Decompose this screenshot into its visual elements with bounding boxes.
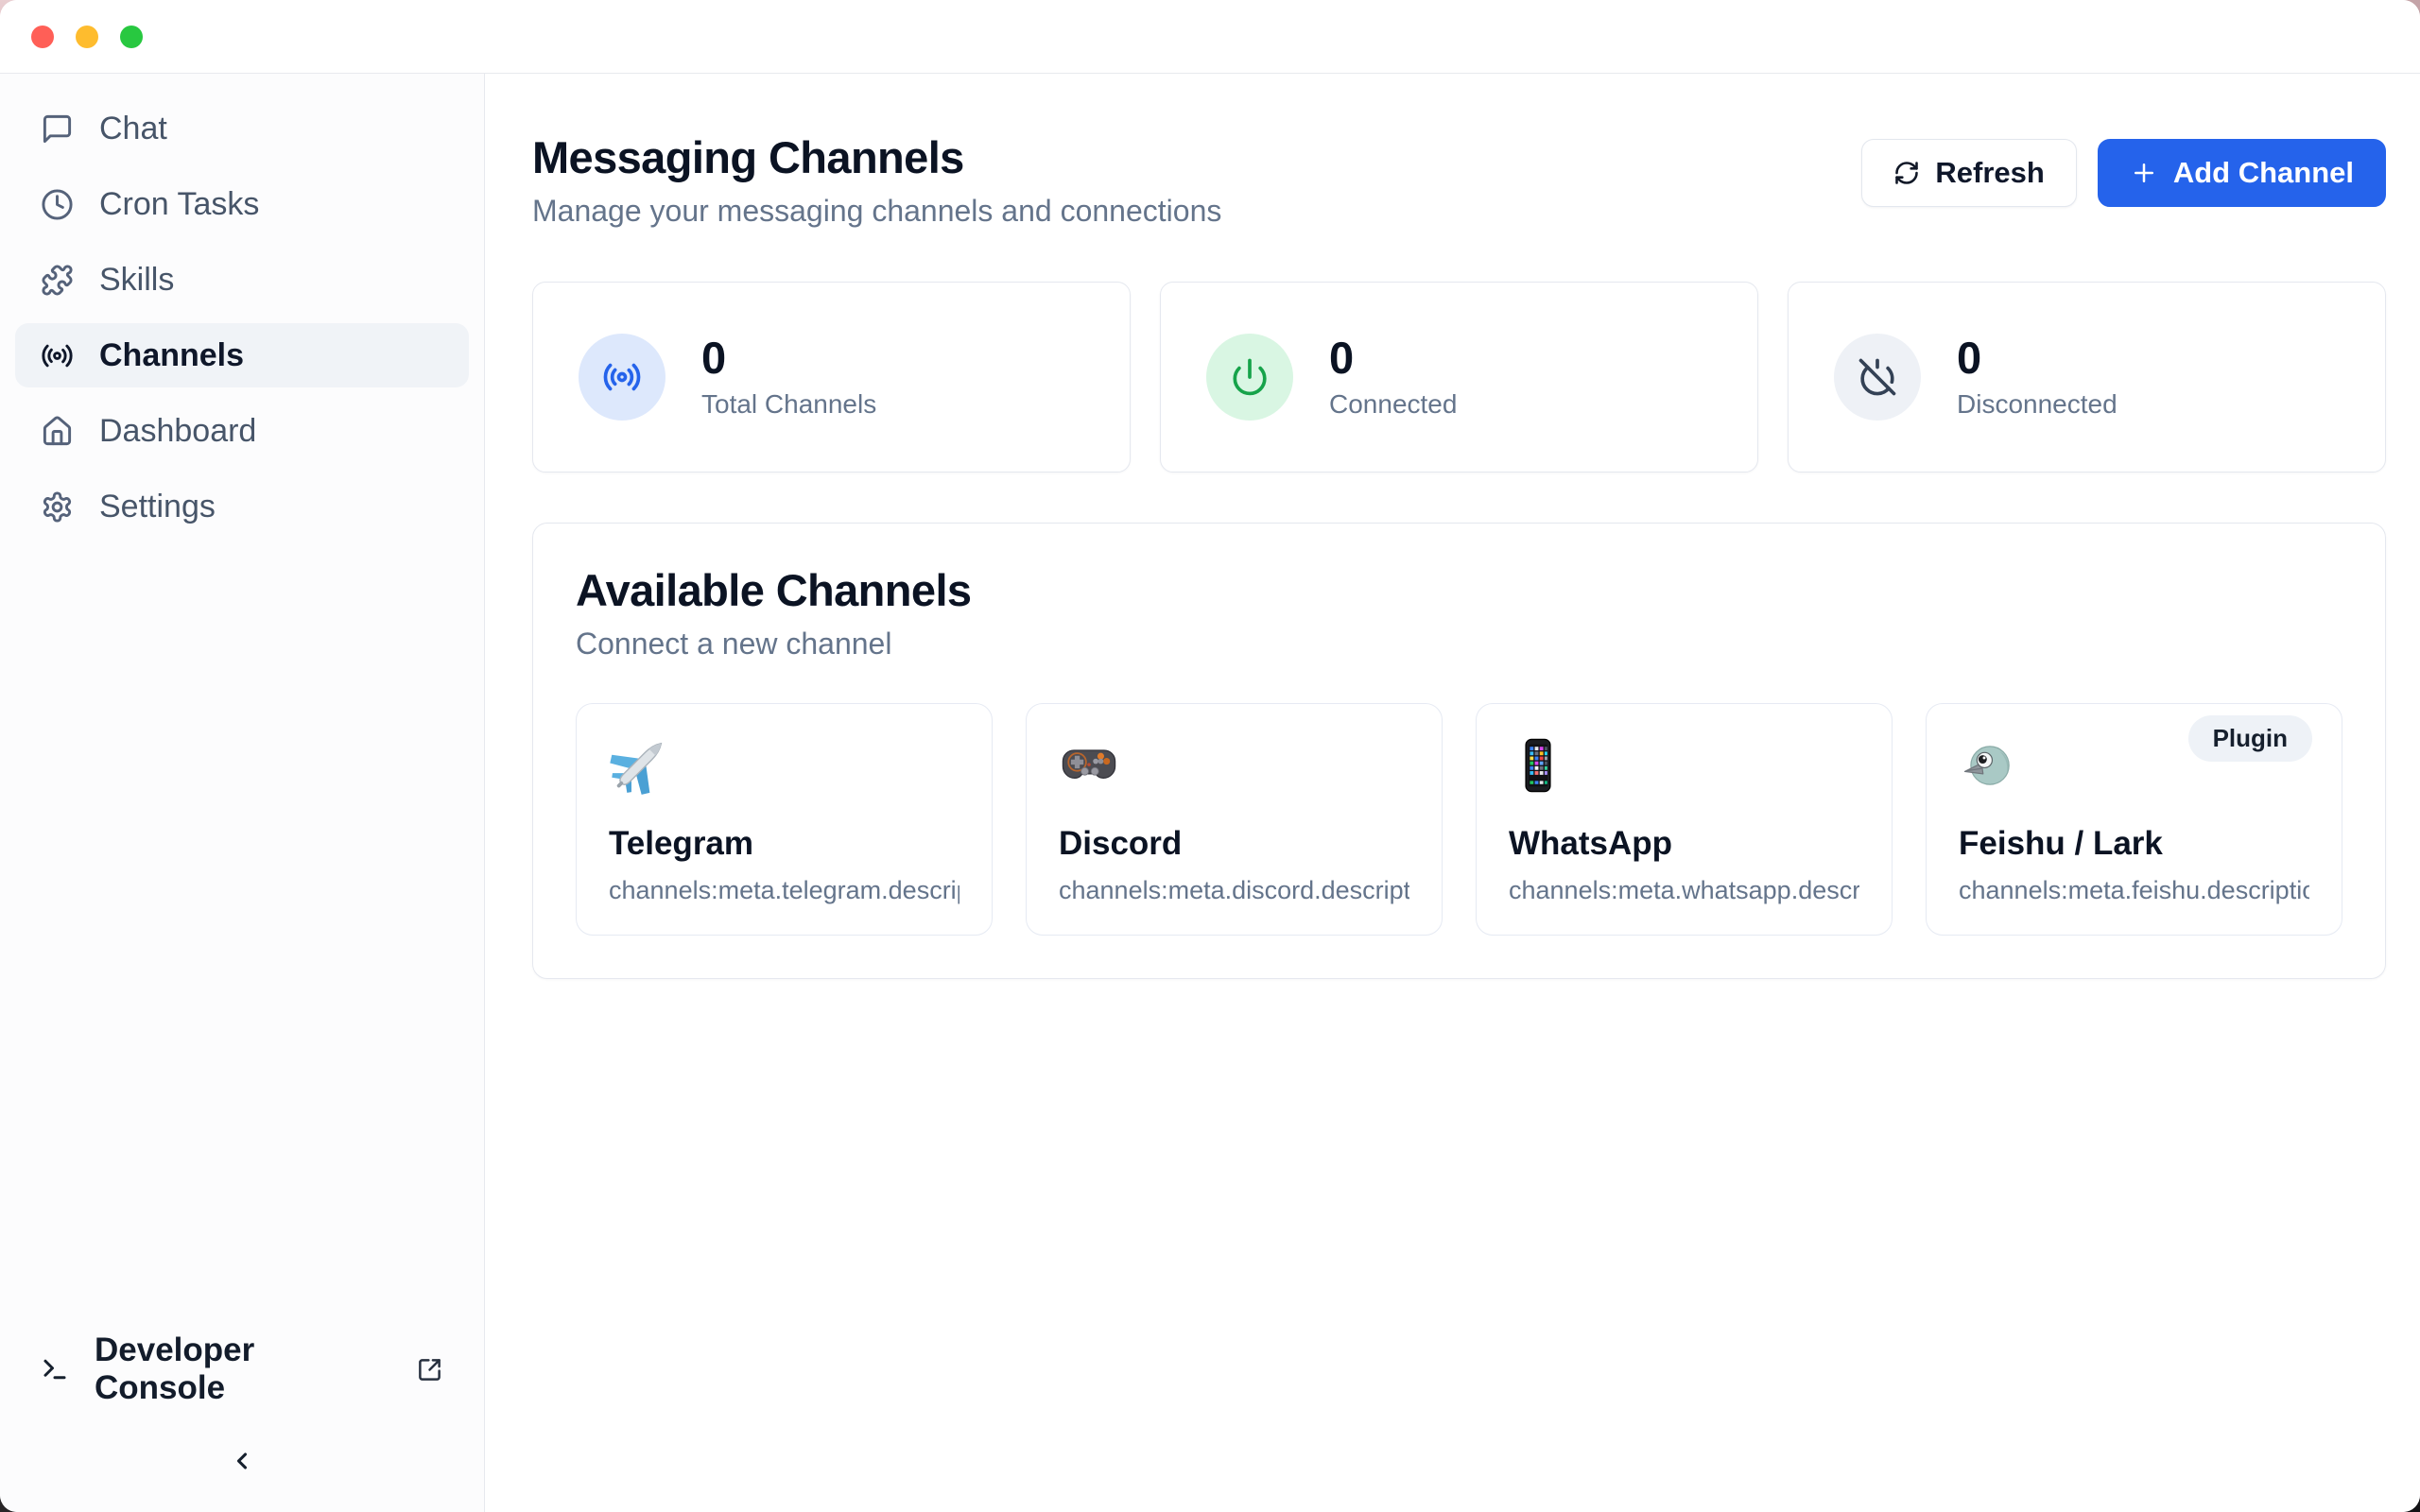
main-content: Messaging Channels Manage your messaging…	[485, 74, 2420, 1512]
close-window-button[interactable]	[31, 26, 54, 48]
available-channels-panel: Available Channels Connect a new channel	[532, 523, 2386, 979]
channel-name: Telegram	[609, 825, 959, 863]
page-header-text: Messaging Channels Manage your messaging…	[532, 134, 1221, 229]
sidebar-item-dashboard[interactable]: Dashboard	[15, 399, 469, 463]
sidebar-item-cron-tasks[interactable]: Cron Tasks	[15, 172, 469, 236]
mobile-phone-emoji	[1509, 732, 1859, 799]
stat-card-connected: 0 Connected	[1160, 282, 1758, 472]
stat-text: 0 Total Channels	[701, 335, 876, 420]
chevron-left-icon	[229, 1448, 255, 1477]
plugin-badge: Plugin	[2188, 715, 2312, 762]
stat-label: Connected	[1329, 389, 1457, 420]
sidebar-item-label: Chat	[99, 111, 167, 147]
sidebar: Chat Cron Tasks Skills	[0, 74, 485, 1512]
collapse-row	[41, 1440, 442, 1484]
channel-card-telegram[interactable]: Telegram channels:meta.telegram.descript	[576, 703, 993, 936]
stats-row: 0 Total Channels 0 Connected	[532, 282, 2386, 472]
channel-card-feishu[interactable]: Plugin Feishu	[1926, 703, 2342, 936]
airplane-emoji	[609, 732, 959, 799]
collapse-sidebar-button[interactable]	[214, 1440, 270, 1484]
puzzle-icon	[41, 264, 74, 297]
stat-card-disconnected: 0 Disconnected	[1788, 282, 2386, 472]
refresh-button-label: Refresh	[1935, 156, 2044, 190]
available-channels-subtitle: Connect a new channel	[576, 627, 2342, 662]
game-controller-emoji	[1059, 732, 1409, 799]
sidebar-item-settings[interactable]: Settings	[15, 474, 469, 539]
page-title: Messaging Channels	[532, 134, 1221, 180]
stat-label: Total Channels	[701, 389, 876, 420]
gear-icon	[41, 490, 74, 524]
broadcast-icon	[41, 339, 74, 372]
plus-icon	[2130, 159, 2158, 187]
channel-description: channels:meta.telegram.descript	[609, 876, 959, 905]
channel-description: channels:meta.discord.descriptic	[1059, 876, 1409, 905]
refresh-button[interactable]: Refresh	[1861, 139, 2076, 207]
stat-value: 0	[701, 335, 876, 380]
header-actions: Refresh Add Channel	[1861, 139, 2386, 207]
stat-icon-circle	[1206, 334, 1293, 421]
stat-text: 0 Connected	[1329, 335, 1457, 420]
channel-name: WhatsApp	[1509, 825, 1859, 863]
clock-icon	[41, 188, 74, 221]
traffic-lights	[31, 26, 143, 48]
sidebar-item-label: Settings	[99, 489, 216, 525]
external-link-icon[interactable]	[417, 1357, 442, 1383]
sidebar-item-label: Channels	[99, 337, 244, 374]
developer-console-label: Developer Console	[95, 1332, 391, 1407]
sidebar-nav: Chat Cron Tasks Skills	[0, 96, 484, 539]
broadcast-icon	[602, 357, 642, 397]
channel-card-whatsapp[interactable]: WhatsApp channels:meta.whatsapp.descrip	[1476, 703, 1893, 936]
stat-text: 0 Disconnected	[1957, 335, 2118, 420]
title-bar	[0, 0, 2420, 74]
channel-description: channels:meta.whatsapp.descrip	[1509, 876, 1859, 905]
power-icon	[1230, 357, 1270, 397]
page-header: Messaging Channels Manage your messaging…	[532, 134, 2386, 229]
add-channel-button-label: Add Channel	[2173, 156, 2354, 190]
app-window: Chat Cron Tasks Skills	[0, 0, 2420, 1512]
stat-card-total-channels: 0 Total Channels	[532, 282, 1131, 472]
channel-grid: Telegram channels:meta.telegram.descript	[576, 703, 2342, 936]
available-channels-title: Available Channels	[576, 566, 2342, 615]
channel-card-discord[interactable]: Discord channels:meta.discord.descriptic	[1026, 703, 1443, 936]
stat-value: 0	[1329, 335, 1457, 380]
sidebar-spacer	[0, 539, 484, 1348]
sidebar-item-label: Cron Tasks	[99, 186, 259, 223]
zoom-window-button[interactable]	[120, 26, 143, 48]
home-icon	[41, 415, 74, 448]
page-subtitle: Manage your messaging channels and conne…	[532, 194, 1221, 229]
refresh-icon	[1893, 160, 1920, 186]
sidebar-item-channels[interactable]: Channels	[15, 323, 469, 387]
app-body: Chat Cron Tasks Skills	[0, 74, 2420, 1512]
chat-bubble-icon	[41, 112, 74, 146]
minimize-window-button[interactable]	[76, 26, 98, 48]
stat-value: 0	[1957, 335, 2118, 380]
sidebar-item-label: Dashboard	[99, 413, 256, 450]
developer-console-link[interactable]: Developer Console	[41, 1348, 442, 1391]
add-channel-button[interactable]: Add Channel	[2098, 139, 2386, 207]
channel-name: Feishu / Lark	[1959, 825, 2309, 863]
sidebar-item-skills[interactable]: Skills	[15, 248, 469, 312]
sidebar-item-label: Skills	[99, 262, 174, 299]
stat-icon-circle	[1834, 334, 1921, 421]
channel-name: Discord	[1059, 825, 1409, 863]
power-off-icon	[1858, 357, 1897, 397]
sidebar-item-chat[interactable]: Chat	[15, 96, 469, 161]
channel-description: channels:meta.feishu.description	[1959, 876, 2309, 905]
stat-label: Disconnected	[1957, 389, 2118, 420]
sidebar-footer: Developer Console	[0, 1348, 484, 1512]
terminal-icon	[41, 1355, 69, 1383]
stat-icon-circle	[579, 334, 666, 421]
